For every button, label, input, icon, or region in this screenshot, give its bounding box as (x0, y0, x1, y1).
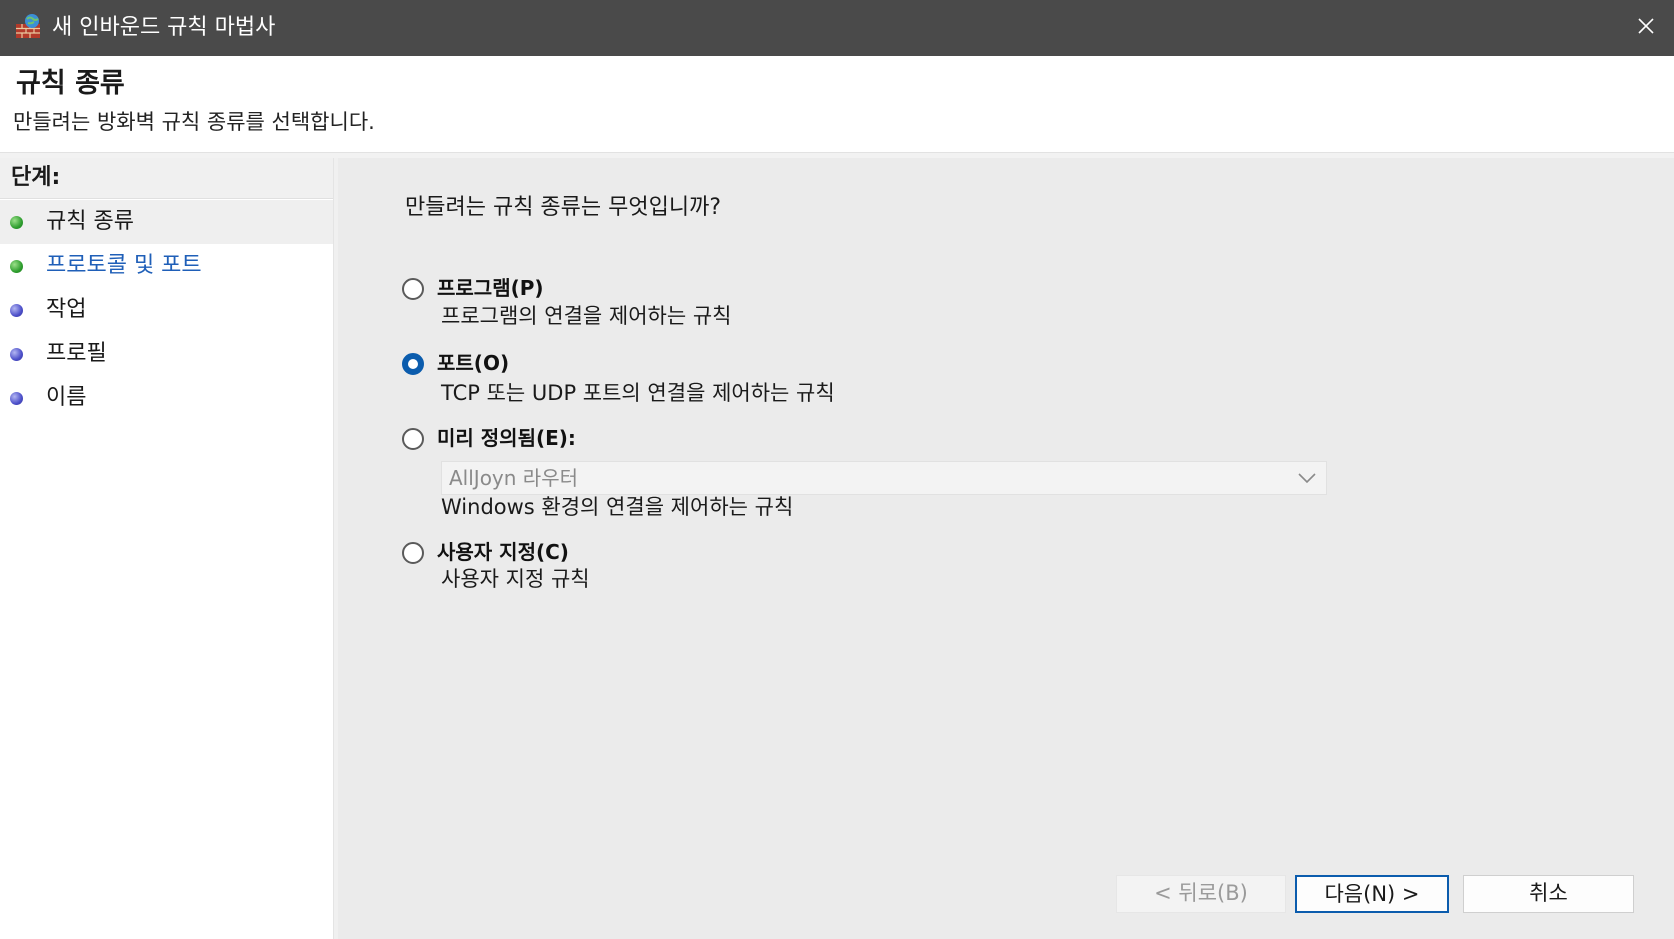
step-rule-type[interactable]: 규칙 종류 (0, 200, 333, 244)
predefined-rule-dropdown[interactable]: AllJoyn 라우터 (441, 461, 1327, 495)
option-port-label[interactable]: 포트(O) (437, 349, 509, 377)
option-program-description: 프로그램의 연결을 제어하는 규칙 (441, 304, 732, 328)
step-label: 이름 (46, 385, 87, 410)
title-bar: 새 인바운드 규칙 마법사 (0, 0, 1674, 56)
option-custom-label[interactable]: 사용자 지정(C) (437, 538, 569, 566)
step-complete-icon (10, 260, 23, 273)
step-pending-icon (10, 392, 23, 405)
radio-custom[interactable] (402, 542, 424, 564)
radio-predefined[interactable] (402, 428, 424, 450)
step-action[interactable]: 작업 (0, 288, 333, 332)
radio-port[interactable] (402, 353, 424, 375)
step-label: 프로필 (46, 341, 107, 366)
wizard-header: 규칙 종류 만들려는 방화벽 규칙 종류를 선택합니다. (0, 56, 1674, 152)
step-pending-icon (10, 348, 23, 361)
step-protocol-ports[interactable]: 프로토콜 및 포트 (0, 244, 333, 288)
step-complete-icon (10, 216, 23, 229)
dropdown-value: AllJoyn 라우터 (449, 466, 578, 490)
step-label: 작업 (46, 297, 87, 322)
option-predefined-label[interactable]: 미리 정의됨(E): (437, 424, 576, 452)
step-name[interactable]: 이름 (0, 376, 333, 420)
option-custom-description: 사용자 지정 규칙 (441, 567, 590, 591)
close-icon (1637, 17, 1655, 39)
option-predefined-description: Windows 환경의 연결을 제어하는 규칙 (441, 495, 794, 519)
chevron-down-icon (1296, 469, 1318, 487)
step-label: 프로토콜 및 포트 (46, 253, 202, 278)
wizard-content: 만들려는 규칙 종류는 무엇입니까? 프로그램(P) 프로그램의 연결을 제어하… (338, 158, 1674, 939)
close-button[interactable] (1618, 0, 1674, 56)
page-description: 만들려는 방화벽 규칙 종류를 선택합니다. (13, 110, 375, 134)
page-title: 규칙 종류 (16, 68, 125, 99)
back-button[interactable]: < 뒤로(B) (1116, 875, 1286, 913)
next-button[interactable]: 다음(N) > (1295, 875, 1449, 913)
step-pending-icon (10, 304, 23, 317)
step-label: 규칙 종류 (46, 209, 134, 234)
window-title: 새 인바운드 규칙 마법사 (52, 15, 276, 40)
option-program-label[interactable]: 프로그램(P) (437, 274, 544, 302)
steps-header: 단계: (0, 158, 333, 199)
rule-type-question: 만들려는 규칙 종류는 무엇입니까? (405, 195, 722, 220)
steps-sidebar: 단계: 규칙 종류 프로토콜 및 포트 작업 프로필 이름 (0, 158, 333, 939)
cancel-button[interactable]: 취소 (1463, 875, 1634, 913)
option-port-description: TCP 또는 UDP 포트의 연결을 제어하는 규칙 (441, 381, 835, 405)
radio-program[interactable] (402, 278, 424, 300)
firewall-icon (14, 12, 42, 40)
steps-label: 단계: (11, 165, 61, 190)
step-profile[interactable]: 프로필 (0, 332, 333, 376)
